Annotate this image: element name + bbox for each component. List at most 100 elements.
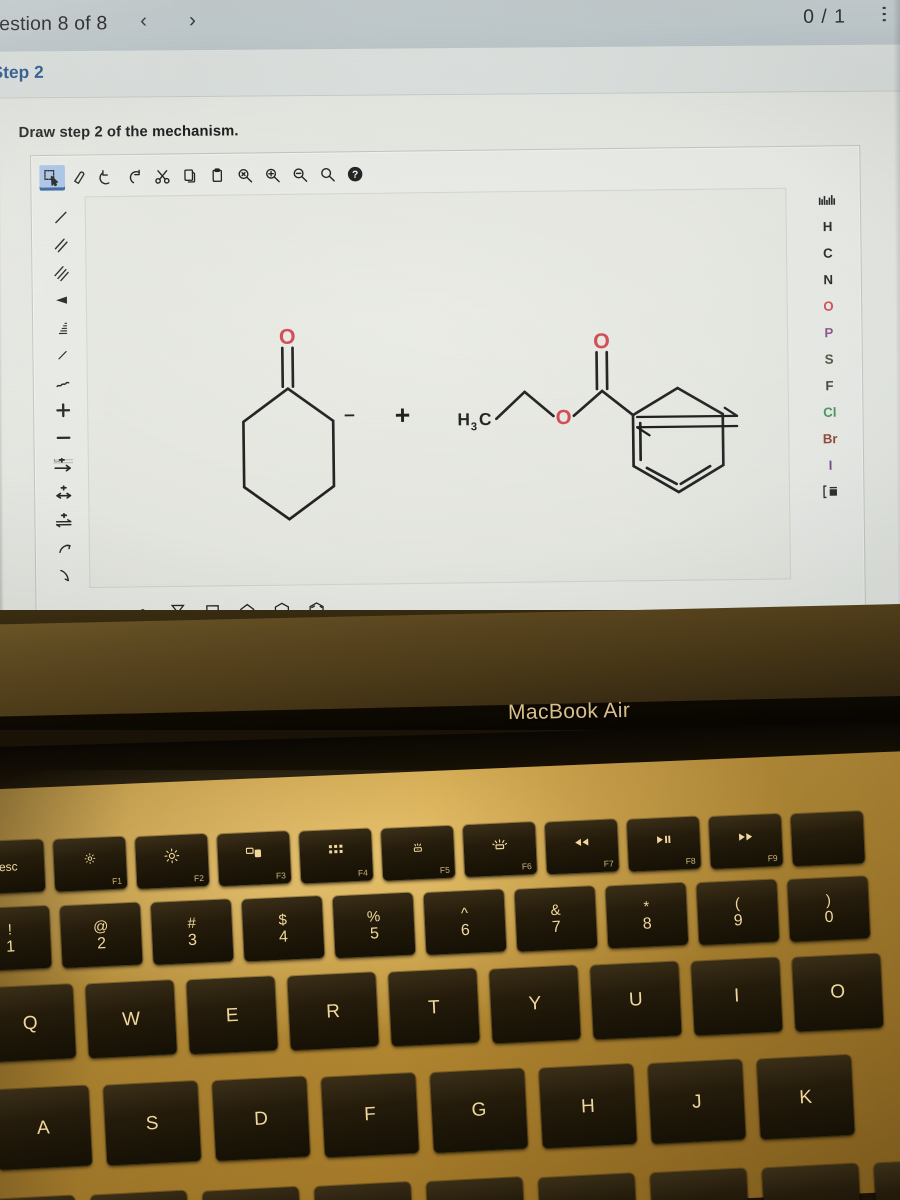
- key-o[interactable]: O: [791, 953, 884, 1032]
- cut-button[interactable]: [149, 163, 175, 189]
- key-esc[interactable]: esc: [0, 839, 46, 895]
- element-O[interactable]: O: [815, 295, 842, 316]
- key-i[interactable]: I: [691, 957, 783, 1036]
- key-7[interactable]: & 7: [514, 885, 598, 952]
- eraser-tool[interactable]: [67, 164, 93, 190]
- key-q[interactable]: Q: [0, 983, 77, 1063]
- reaction-arrow-tool[interactable]: [48, 452, 79, 478]
- element-Br[interactable]: Br: [817, 428, 844, 449]
- key-q-label: Q: [22, 1012, 39, 1034]
- key-t[interactable]: T: [388, 968, 480, 1047]
- element-I[interactable]: I: [817, 454, 844, 475]
- charge-bracket-button[interactable]: [817, 481, 844, 502]
- plain-bond-tool[interactable]: [47, 342, 78, 368]
- key-f5[interactable]: F5: [380, 825, 456, 881]
- key-8-shift-label: *: [643, 897, 650, 916]
- wavy-bond-tool[interactable]: [47, 370, 78, 396]
- key-f7-fn-label: F7: [603, 858, 614, 870]
- undo-button[interactable]: [94, 164, 120, 190]
- paste-button[interactable]: [205, 162, 231, 188]
- key-bottom-row-3[interactable]: [202, 1186, 302, 1200]
- prev-question-button[interactable]: ‹: [140, 10, 147, 34]
- key-f8[interactable]: F8: [626, 816, 702, 872]
- key-s[interactable]: S: [103, 1081, 202, 1166]
- key-j[interactable]: J: [647, 1059, 746, 1145]
- zoom-in-button[interactable]: [260, 162, 286, 188]
- key-t-label: T: [427, 996, 441, 1019]
- plus-charge-tool[interactable]: [47, 397, 78, 423]
- select-tool[interactable]: [39, 164, 66, 191]
- resonance-arrow-tool[interactable]: [48, 480, 79, 506]
- key-1[interactable]: ! 1: [0, 905, 52, 972]
- key-bottom-row-8[interactable]: [761, 1163, 862, 1200]
- key-e[interactable]: E: [186, 976, 278, 1055]
- key-f6[interactable]: F6: [462, 822, 538, 878]
- key-bottom-row-2[interactable]: [90, 1190, 191, 1200]
- element-F-label: F: [825, 377, 834, 393]
- triple-bond-tool[interactable]: [46, 260, 77, 286]
- element-H[interactable]: H: [814, 216, 841, 237]
- key-2[interactable]: @2: [59, 902, 143, 969]
- key-u[interactable]: U: [590, 960, 682, 1040]
- copy-button[interactable]: [177, 163, 203, 189]
- element-Cl[interactable]: Cl: [816, 401, 843, 422]
- zoom-out-button[interactable]: [287, 161, 313, 187]
- key-d[interactable]: D: [212, 1076, 311, 1162]
- key-h[interactable]: H: [538, 1063, 637, 1149]
- key-8[interactable]: * 8: [605, 882, 689, 949]
- element-N[interactable]: N: [815, 269, 842, 290]
- key-g-label: G: [471, 1099, 487, 1122]
- key-7-shift-label: &: [550, 901, 561, 919]
- drawing-canvas[interactable]: O – + H 3 C O O: [84, 187, 792, 588]
- key-bottom-row-7[interactable]: [650, 1168, 750, 1200]
- key-3[interactable]: #3: [150, 899, 234, 965]
- key-bottom-row-9[interactable]: [873, 1158, 900, 1200]
- key-6[interactable]: ^ 6: [423, 889, 507, 955]
- key-f1[interactable]: F1: [53, 836, 128, 892]
- zoom-reset-button[interactable]: [315, 161, 341, 187]
- key-f10[interactable]: [790, 811, 865, 867]
- key-5-shift-label: %: [366, 907, 381, 926]
- wedge-bond-tool[interactable]: [46, 287, 77, 313]
- help-button[interactable]: ?: [342, 161, 368, 187]
- key-f4[interactable]: F4: [298, 827, 374, 884]
- key-w[interactable]: W: [85, 980, 177, 1059]
- key-j-label: J: [691, 1091, 703, 1113]
- periodic-table-button[interactable]: [814, 189, 841, 210]
- key-9-label: 9: [733, 911, 744, 929]
- key-r[interactable]: R: [287, 972, 379, 1051]
- key-bottom-row-6[interactable]: [538, 1172, 638, 1200]
- key-f[interactable]: F: [321, 1072, 420, 1158]
- key-k[interactable]: K: [756, 1055, 855, 1140]
- curved-arrow-tool[interactable]: [49, 535, 80, 561]
- key-a[interactable]: A: [0, 1085, 93, 1171]
- zoom-region-button[interactable]: [232, 162, 258, 188]
- key-8-label: 8: [642, 914, 653, 933]
- fishhook-arrow-tool[interactable]: [49, 563, 80, 589]
- key-g[interactable]: G: [430, 1068, 528, 1153]
- element-C[interactable]: C: [814, 242, 841, 263]
- equilibrium-arrow-tool[interactable]: [49, 508, 80, 534]
- dash-bond-tool[interactable]: [46, 315, 77, 341]
- key-f3[interactable]: F3: [216, 830, 292, 886]
- key-s-label: S: [145, 1112, 160, 1135]
- element-P[interactable]: P: [815, 322, 842, 343]
- redo-button[interactable]: [122, 163, 148, 189]
- key-0[interactable]: ) 0: [787, 876, 871, 942]
- key-bottom-row-1[interactable]: [0, 1195, 79, 1200]
- key-9[interactable]: (9: [696, 879, 780, 946]
- key-bottom-row-4[interactable]: [314, 1181, 414, 1200]
- key-f9[interactable]: F9: [708, 813, 783, 870]
- double-bond-tool[interactable]: [45, 232, 76, 258]
- next-question-button[interactable]: ›: [189, 9, 196, 33]
- element-F[interactable]: F: [816, 375, 843, 396]
- key-5[interactable]: % 5: [332, 892, 416, 959]
- minus-charge-tool[interactable]: [48, 425, 79, 451]
- element-S[interactable]: S: [816, 348, 843, 369]
- key-bottom-row-5[interactable]: [426, 1177, 526, 1200]
- single-bond-tool[interactable]: [45, 205, 76, 231]
- key-f7[interactable]: F7: [544, 819, 620, 875]
- key-f2[interactable]: F2: [134, 833, 210, 889]
- key-y[interactable]: Y: [489, 964, 581, 1043]
- key-4[interactable]: $4: [241, 895, 325, 962]
